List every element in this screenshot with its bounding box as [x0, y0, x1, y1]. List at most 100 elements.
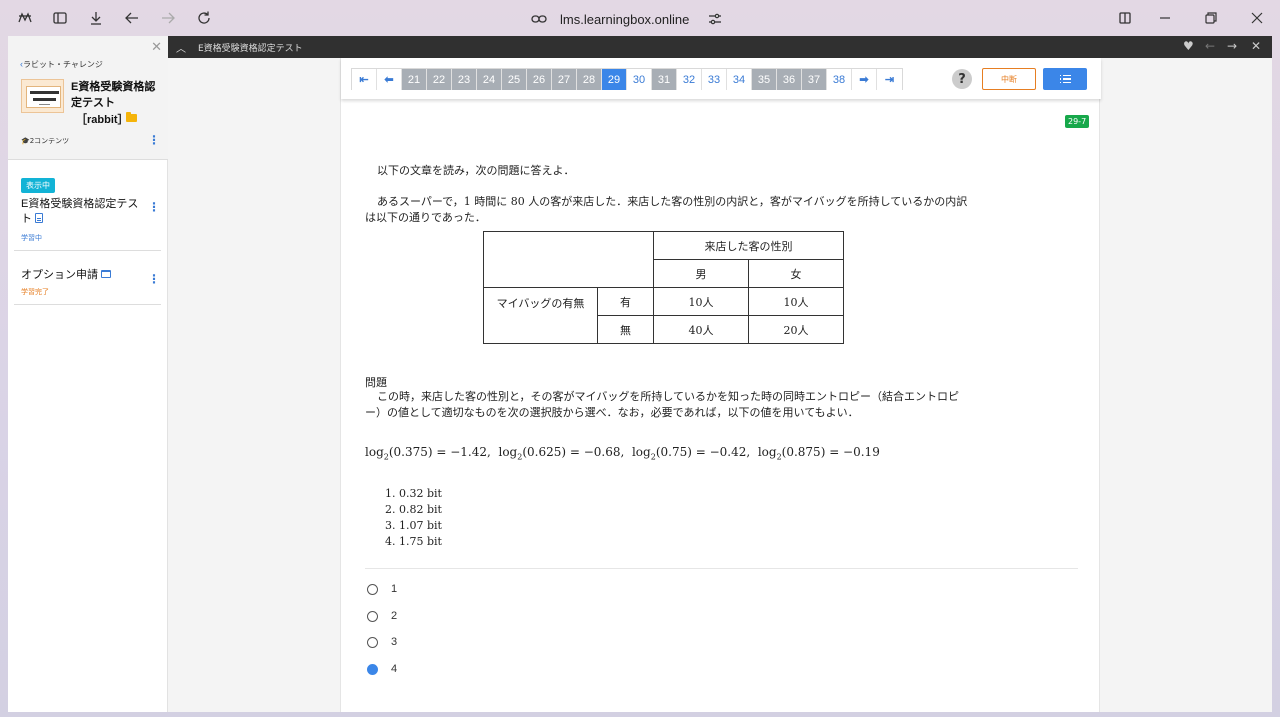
table-cell: 20人 [748, 315, 844, 344]
question-list-button[interactable] [1043, 68, 1087, 90]
site-settings-icon[interactable] [707, 11, 723, 27]
page-button-29[interactable]: 29 [602, 69, 627, 90]
choice-label: 4 [391, 663, 398, 675]
answer-choice-1[interactable]: 1 [367, 581, 397, 597]
radio-button[interactable] [367, 583, 378, 595]
sidebar-item-label: オプション申請 [21, 266, 111, 282]
table-header-gender: 来店した客の性別 [653, 231, 844, 260]
main-area: ⇤ ⬅ 21 22 23 24 25 26 27 28 29 30 31 32 33 34 35 36 37 38… [168, 58, 1272, 712]
prev-content-icon[interactable]: ← [1205, 39, 1215, 53]
next-page-icon[interactable]: ➡ [852, 69, 877, 90]
item-menu-icon[interactable]: ⋮ [148, 201, 160, 213]
restore-window-icon[interactable] [1201, 8, 1221, 28]
course-thumbnail [21, 79, 64, 113]
page-button-28[interactable]: 28 [577, 69, 602, 90]
question-text: この時，来店した客の性別と，その客がマイバッグを所持しているかを知った時の同時エ… [365, 390, 960, 419]
reload-icon[interactable] [194, 8, 214, 28]
page-button-38[interactable]: 38 [827, 69, 852, 90]
link-icon [531, 15, 547, 23]
radio-button-selected[interactable] [367, 663, 378, 675]
question-paper: ⇤ ⬅ 21 22 23 24 25 26 27 28 29 30 31 32 33 34 35 36 37 38… [340, 58, 1101, 712]
choice-label: 1 [391, 583, 398, 595]
close-content-icon[interactable]: ✕ [1251, 39, 1261, 53]
heart-icon[interactable]: ♥ [1183, 39, 1194, 53]
content-title: E資格受験資格認定テスト [198, 44, 303, 54]
status-label: 学習中 [21, 234, 42, 242]
page-button-21[interactable]: 21 [402, 69, 427, 90]
radio-button[interactable] [367, 636, 378, 648]
question-heading: 問題 [365, 376, 387, 389]
table-col-male: 男 [653, 259, 749, 288]
table-col-female: 女 [748, 259, 844, 288]
address-bar[interactable]: lms.learningbox.online [530, 8, 725, 30]
answer-choice-3[interactable]: 3 [367, 634, 397, 650]
list-item: 1. 0.32 bit [385, 487, 442, 500]
back-arrow-icon[interactable] [122, 8, 142, 28]
list-item: 3. 1.07 bit [385, 519, 442, 532]
course-menu-icon[interactable]: ⋮ [148, 134, 160, 146]
minimize-icon[interactable] [1155, 8, 1175, 28]
contingency-table: 来店した客の性別 男 女 マイバッグの有無 有 10人 10人 無 40人 20… [483, 231, 844, 344]
question-intro: 以下の文章を読み，次の問題に答えよ． [377, 164, 575, 177]
url-text: lms.learningbox.online [560, 11, 690, 27]
lms-app: ✕ ‹ラビット・チャレンジ E資格受験資格認定テスト ［rabbit］ 🎓2コン… [8, 36, 1272, 712]
option-list: 1. 0.32 bit 2. 0.82 bit 3. 1.07 bit 4. 1… [385, 486, 442, 550]
window-icon [101, 270, 111, 278]
course-sidebar: ✕ ‹ラビット・チャレンジ E資格受験資格認定テスト ［rabbit］ 🎓2コン… [8, 36, 168, 712]
download-icon[interactable] [86, 8, 106, 28]
browser-toolbar: lms.learningbox.online [0, 0, 1280, 36]
sidebar-item-test[interactable]: 表示中 E資格受験資格認定テスト 学習中 ⋮ [14, 161, 161, 251]
answer-choice-4[interactable]: 4 [367, 661, 397, 677]
chevron-up-icon[interactable]: ︿ [176, 40, 186, 55]
page-button-23[interactable]: 23 [452, 69, 477, 90]
document-icon [35, 213, 43, 223]
prev-page-icon[interactable]: ⬅ [377, 69, 402, 90]
sidebar-toggle-icon[interactable] [50, 8, 70, 28]
page-button-31[interactable]: 31 [652, 69, 677, 90]
page-button-33[interactable]: 33 [702, 69, 727, 90]
back-to-course-link[interactable]: ‹ラビット・チャレンジ [20, 59, 103, 70]
answer-choice-2[interactable]: 2 [367, 608, 397, 624]
pause-button[interactable]: 中断 [982, 68, 1036, 90]
sidebar-item-label: E資格受験資格認定テスト [21, 198, 139, 225]
table-row-yes: 有 [597, 287, 654, 316]
radio-button[interactable] [367, 610, 378, 622]
page-button-32[interactable]: 32 [677, 69, 702, 90]
log-values: log2(0.375) = −1.42, log2(0.625) = −0.68… [365, 445, 880, 462]
page-button-27[interactable]: 27 [552, 69, 577, 90]
page-button-37[interactable]: 37 [802, 69, 827, 90]
sidebar-item-option[interactable]: オプション申請 学習完了 ⋮ [14, 252, 161, 305]
page-button-35[interactable]: 35 [752, 69, 777, 90]
table-cell: 10人 [653, 287, 749, 316]
page-button-34[interactable]: 34 [727, 69, 752, 90]
page-button-26[interactable]: 26 [527, 69, 552, 90]
folder-icon [126, 112, 137, 122]
page-button-25[interactable]: 25 [502, 69, 527, 90]
item-menu-icon[interactable]: ⋮ [148, 273, 160, 285]
question-body: あるスーパーで，1 時間に 80 人の客が来店した．来店した客の性別の内訳と，客… [365, 195, 968, 224]
list-icon [1059, 74, 1071, 77]
forward-arrow-icon[interactable] [158, 8, 178, 28]
split-view-icon[interactable] [1115, 8, 1135, 28]
course-tag: ［rabbit］ [76, 114, 129, 126]
next-content-icon[interactable]: → [1227, 39, 1237, 53]
first-page-icon[interactable]: ⇤ [352, 69, 377, 90]
list-item: 2. 0.82 bit [385, 503, 442, 516]
page-button-24[interactable]: 24 [477, 69, 502, 90]
question-navbar: ⇤ ⬅ 21 22 23 24 25 26 27 28 29 30 31 32 33 34 35 36 37 38… [341, 58, 1101, 99]
page-button-30[interactable]: 30 [627, 69, 652, 90]
now-showing-badge: 表示中 [21, 178, 55, 193]
page-button-36[interactable]: 36 [777, 69, 802, 90]
page-button-22[interactable]: 22 [427, 69, 452, 90]
last-page-icon[interactable]: ⇥ [877, 69, 902, 90]
help-button[interactable]: ? [952, 69, 972, 89]
close-window-icon[interactable] [1247, 8, 1267, 28]
status-label: 学習完了 [21, 288, 49, 296]
table-cell: 40人 [653, 315, 749, 344]
course-title: E資格受験資格認定テスト [71, 81, 156, 109]
question-id-badge: 29-7 [1065, 115, 1090, 128]
table-row-no: 無 [597, 315, 654, 344]
graduation-cap-icon: 🎓 [21, 137, 30, 145]
close-sidebar-icon[interactable]: ✕ [151, 40, 162, 55]
app-logo-icon[interactable] [15, 8, 35, 28]
